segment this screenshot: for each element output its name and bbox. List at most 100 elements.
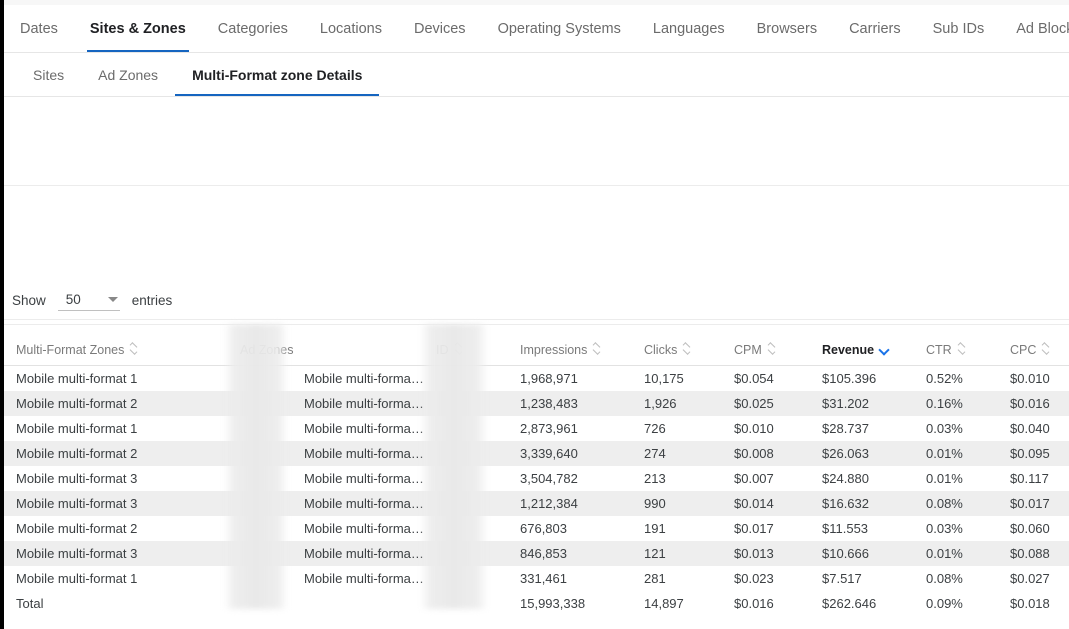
cell-text: Mobile multi-format 1 - ...: [292, 571, 424, 586]
tab-sites-zones[interactable]: Sites & Zones: [74, 5, 202, 53]
table-row[interactable]: Mobile multi-format 2Mobile multi-format…: [4, 391, 1069, 416]
sort-toggle-icon[interactable]: [130, 344, 139, 356]
cell-impressions: 1,238,483: [508, 391, 632, 416]
cell-text: [424, 496, 436, 511]
left-edge-gutter: [0, 0, 4, 629]
table-row[interactable]: Mobile multi-format 2Mobile multi-format…: [4, 441, 1069, 466]
column-header-label: CPC: [998, 343, 1036, 357]
cell-zone: Mobile multi-format 2: [4, 391, 228, 416]
cell-revenue: $10.666: [810, 541, 914, 566]
subtab-ad-zones[interactable]: Ad Zones: [81, 53, 175, 97]
cell-text: 1,926: [632, 396, 677, 411]
cell-text: [228, 371, 240, 386]
cell-text: $0.010: [998, 371, 1050, 386]
column-header-label: ID: [424, 343, 449, 357]
cell-impressions: 1,968,971: [508, 365, 632, 391]
cell-redacted2: [424, 365, 508, 391]
column-header-label: [292, 343, 304, 357]
sort-toggle-icon[interactable]: [1042, 344, 1051, 356]
cell-text: [228, 546, 240, 561]
cell-cpc: $0.060: [998, 516, 1069, 541]
cell-text: 281: [632, 571, 666, 586]
cell-text: $31.202: [810, 396, 869, 411]
table-row[interactable]: Mobile multi-format 1Mobile multi-format…: [4, 416, 1069, 441]
cell-redacted2: [424, 516, 508, 541]
cell-redacted1: [228, 541, 292, 566]
cell-text: Mobile multi-format 3 - ...: [292, 496, 424, 511]
tab-dates[interactable]: Dates: [4, 5, 74, 53]
cell-revenue: $7.517: [810, 566, 914, 591]
cell-text: [228, 396, 240, 411]
entries-per-page-select[interactable]: 50: [58, 289, 120, 311]
cell-ctr: 0.08%: [914, 491, 998, 516]
sort-toggle-icon[interactable]: [455, 344, 464, 356]
column-header-cpm[interactable]: CPM: [722, 325, 810, 365]
column-header-revenue[interactable]: Revenue: [810, 325, 914, 365]
cell-revenue: $16.632: [810, 491, 914, 516]
cell-impressions: 1,212,384: [508, 491, 632, 516]
subtab-multi-format-zone-details[interactable]: Multi-Format zone Details: [175, 53, 379, 97]
sort-descending-icon[interactable]: [880, 345, 891, 356]
sort-toggle-icon[interactable]: [768, 344, 777, 356]
column-header-cpc[interactable]: CPC: [998, 325, 1069, 365]
total-cell-text: 0.09%: [914, 596, 963, 611]
table-row[interactable]: Mobile multi-format 3Mobile multi-format…: [4, 541, 1069, 566]
table-row[interactable]: Mobile multi-format 2Mobile multi-format…: [4, 516, 1069, 541]
table-total-row: Total15,993,33814,897$0.016$262.6460.09%…: [4, 591, 1069, 616]
tab-ad-block[interactable]: Ad Block: [1000, 5, 1069, 53]
tab-browsers[interactable]: Browsers: [741, 5, 833, 53]
sort-toggle-icon[interactable]: [958, 344, 967, 356]
cell-text: Mobile multi-format 3: [4, 471, 137, 486]
table-row[interactable]: Mobile multi-format 3Mobile multi-format…: [4, 491, 1069, 516]
cell-text: 0.52%: [914, 371, 963, 386]
table-row[interactable]: Mobile multi-format 3Mobile multi-format…: [4, 466, 1069, 491]
total-cell-text: 14,897: [632, 596, 684, 611]
report-page: DatesSites & ZonesCategoriesLocationsDev…: [0, 0, 1069, 629]
tab-operating-systems[interactable]: Operating Systems: [482, 5, 637, 53]
cell-text: [424, 546, 436, 561]
column-header-multi-format-zones[interactable]: Multi-Format Zones: [4, 325, 228, 365]
column-header-ctr[interactable]: CTR: [914, 325, 998, 365]
cell-redacted1: [228, 441, 292, 466]
cell-text: 1,238,483: [508, 396, 578, 411]
tab-carriers[interactable]: Carriers: [833, 5, 917, 53]
cell-text: $0.088: [998, 546, 1050, 561]
cell-text: 0.03%: [914, 521, 963, 536]
table-row[interactable]: Mobile multi-format 1 Mobile multi-format…: [4, 566, 1069, 591]
cell-cpm: $0.014: [722, 491, 810, 516]
tab-categories[interactable]: Categories: [202, 5, 304, 53]
cell-zone: Mobile multi-format 1: [4, 566, 228, 591]
cell-text: $0.095: [998, 446, 1050, 461]
cell-clicks: 191: [632, 516, 722, 541]
cell-impressions: 331,461: [508, 566, 632, 591]
tab-locations[interactable]: Locations: [304, 5, 398, 53]
column-header-clicks[interactable]: Clicks: [632, 325, 722, 365]
cell-text: Mobile multi-format 2 - ...: [292, 521, 424, 536]
cell-ctr: 0.01%: [914, 466, 998, 491]
cell-redacted1: [228, 365, 292, 391]
cell-cpc: $0.017: [998, 491, 1069, 516]
total-cell-cpc: $0.018: [998, 591, 1069, 616]
cell-redacted2: [424, 491, 508, 516]
cell-text: 2,873,961: [508, 421, 578, 436]
column-header-label: Ad Zones: [228, 343, 294, 357]
sort-toggle-icon[interactable]: [683, 344, 692, 356]
tab-sub-ids[interactable]: Sub IDs: [917, 5, 1001, 53]
cell-text: Mobile multi-format 1: [4, 571, 137, 586]
content-panel-upper: [4, 97, 1069, 186]
table-row[interactable]: Mobile multi-format 1Mobile multi-format…: [4, 365, 1069, 391]
total-cell-text: Total: [4, 596, 43, 611]
tab-languages[interactable]: Languages: [637, 5, 741, 53]
column-header-impressions[interactable]: Impressions: [508, 325, 632, 365]
cell-impressions: 2,873,961: [508, 416, 632, 441]
cell-text: $0.010: [722, 421, 774, 436]
cell-cpc: $0.088: [998, 541, 1069, 566]
subtab-sites[interactable]: Sites: [16, 53, 81, 97]
cell-text: [424, 446, 436, 461]
cell-redacted2: [424, 566, 508, 591]
tab-devices[interactable]: Devices: [398, 5, 482, 53]
cell-cpc: $0.016: [998, 391, 1069, 416]
column-header-id[interactable]: ID: [424, 325, 508, 365]
sort-toggle-icon[interactable]: [593, 344, 602, 356]
cell-redacted1: [228, 466, 292, 491]
